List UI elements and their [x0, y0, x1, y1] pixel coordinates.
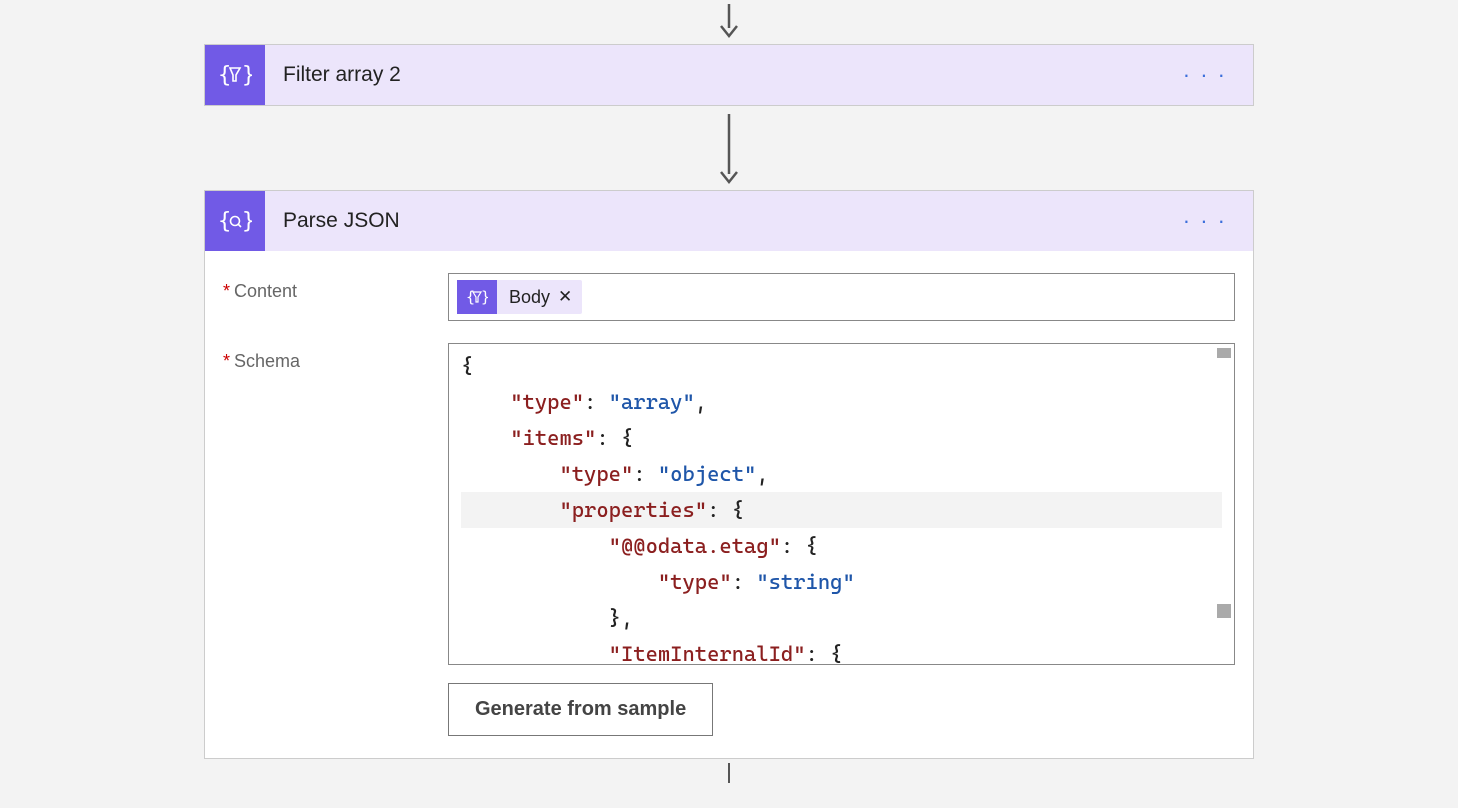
svg-text:}: } [242, 209, 252, 234]
arrow-connector-top [714, 4, 744, 40]
code-text: }, [609, 606, 634, 630]
dynamic-content-token-body[interactable]: { } Body ✕ [457, 280, 582, 314]
svg-text:}: } [242, 63, 252, 88]
scrollbar-thumb[interactable] [1217, 604, 1231, 618]
code-text: "type" [658, 570, 732, 594]
arrow-connector-middle [714, 114, 744, 186]
svg-text:{: { [218, 209, 231, 234]
card-title: Filter array 2 [283, 63, 1175, 87]
content-input[interactable]: { } Body ✕ [448, 273, 1235, 321]
arrow-connector-bottom [728, 763, 730, 783]
card-menu-button[interactable]: · · · [1175, 204, 1235, 238]
token-remove-button[interactable]: ✕ [558, 287, 572, 307]
code-text: "string" [756, 570, 854, 594]
code-text: "properties" [559, 498, 707, 522]
code-text: { [461, 354, 473, 378]
data-operations-parse-json-icon: { } [205, 191, 265, 251]
schema-field-label: *Schema [223, 343, 448, 372]
action-card-parse-json: { } Parse JSON · · · *Content [204, 190, 1254, 759]
token-label: Body [509, 287, 550, 308]
svg-text:{: { [466, 288, 475, 306]
code-text: "ItemInternalId" [609, 642, 806, 665]
card-header-filter-array-2[interactable]: { } Filter array 2 · · · [205, 45, 1253, 105]
svg-text:}: } [481, 288, 488, 306]
code-text: "type" [559, 462, 633, 486]
data-operations-icon: { } [457, 280, 497, 314]
scrollbar-thumb[interactable] [1217, 348, 1231, 358]
code-text: "array" [609, 390, 695, 414]
svg-text:{: { [218, 63, 231, 88]
code-text: "@@odata.etag" [609, 534, 781, 558]
code-text: "items" [510, 426, 596, 450]
card-header-parse-json[interactable]: { } Parse JSON · · · [205, 191, 1253, 251]
card-title: Parse JSON [283, 209, 1175, 233]
content-field-label: *Content [223, 273, 448, 302]
code-text: "type" [510, 390, 584, 414]
card-menu-button[interactable]: · · · [1175, 58, 1235, 92]
code-text: "object" [658, 462, 756, 486]
schema-textarea[interactable]: { "type": "array", "items": { "type": "o… [448, 343, 1235, 665]
action-card-filter-array-2[interactable]: { } Filter array 2 · · · [204, 44, 1254, 106]
generate-from-sample-button[interactable]: Generate from sample [448, 683, 713, 736]
data-operations-filter-icon: { } [205, 45, 265, 105]
